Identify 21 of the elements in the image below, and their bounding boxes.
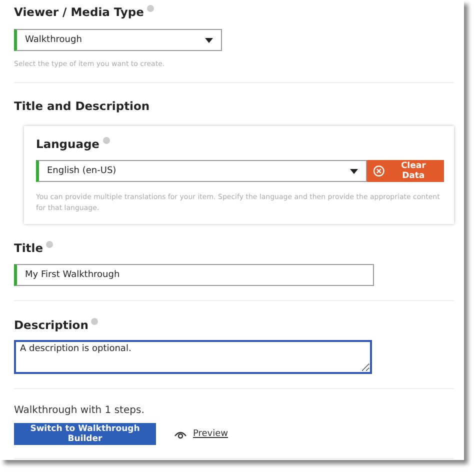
clear-icon — [373, 165, 385, 177]
steps-text: Walkthrough with 1 steps. — [14, 405, 146, 416]
field-label: Viewer / Media Type — [14, 4, 144, 20]
help-icon — [146, 5, 154, 12]
field-label: Title — [14, 240, 44, 256]
section-heading: Title and Description — [14, 99, 151, 113]
help-icon — [91, 318, 98, 325]
help-icon — [102, 137, 110, 144]
eye-icon — [174, 430, 187, 438]
language-dropdown[interactable]: English (en-US) — [36, 160, 367, 182]
media-type-dropdown[interactable]: Walkthrough — [14, 29, 222, 51]
caret-icon — [350, 168, 358, 174]
builder-button[interactable]: Switch to Walkthrough Builder — [14, 423, 156, 445]
clear-data-button[interactable]: Clear Data — [367, 160, 444, 182]
field-label: Description — [14, 317, 88, 333]
description-textarea[interactable]: A description is optional. — [14, 340, 372, 374]
title-input[interactable]: My First Walkthrough — [14, 264, 374, 286]
field-label: Language — [36, 136, 100, 152]
help-icon — [46, 241, 54, 248]
preview-link[interactable]: Preview — [193, 429, 228, 439]
caret-icon — [205, 38, 213, 42]
